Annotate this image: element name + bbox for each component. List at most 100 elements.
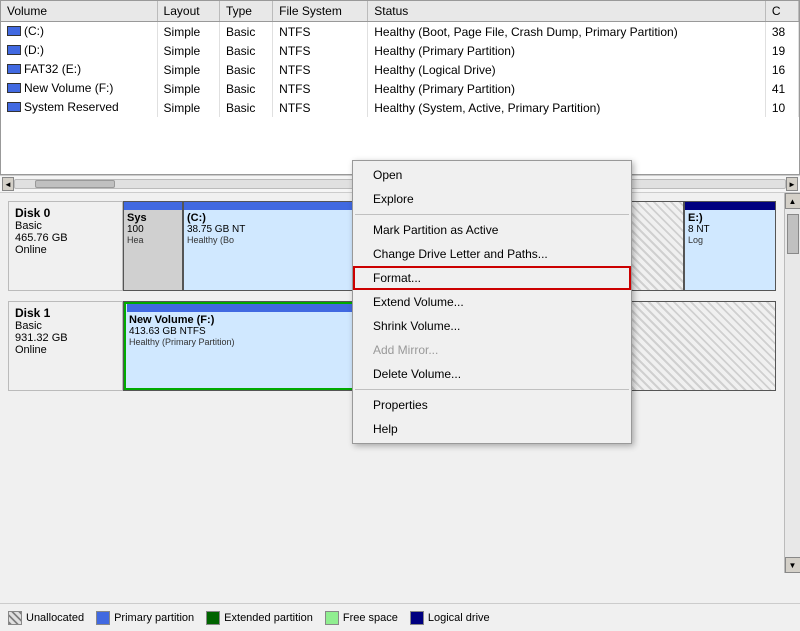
cell-status: Healthy (System, Active, Primary Partiti… xyxy=(368,98,766,117)
col-layout[interactable]: Layout xyxy=(157,1,219,22)
legend-logical-box xyxy=(410,611,424,625)
cell-status: Healthy (Boot, Page File, Crash Dump, Pr… xyxy=(368,22,766,42)
cell-type: Basic xyxy=(219,60,272,79)
menu-item-open[interactable]: Open xyxy=(353,163,631,187)
cell-cap: 41 xyxy=(765,79,798,98)
legend-freespace-label: Free space xyxy=(343,612,398,624)
legend-primary-box xyxy=(96,611,110,625)
disk1-label: Disk 1 Basic 931.32 GB Online xyxy=(8,301,123,391)
legend-primary-label: Primary partition xyxy=(114,612,194,624)
disk1-name: Disk 1 xyxy=(15,306,116,320)
col-volume[interactable]: Volume xyxy=(1,1,157,22)
vertical-scrollbar[interactable]: ▲ ▼ xyxy=(784,193,800,573)
scroll-up-btn[interactable]: ▲ xyxy=(785,193,800,209)
disk0-e-header xyxy=(685,202,775,210)
menu-separator-delete xyxy=(355,389,629,390)
cell-status: Healthy (Primary Partition) xyxy=(368,79,766,98)
menu-item-add-mirror: Add Mirror... xyxy=(353,338,631,362)
cell-volume: System Reserved xyxy=(1,98,157,117)
scroll-right-btn[interactable]: ► xyxy=(786,177,798,191)
legend-unallocated-box xyxy=(8,611,22,625)
menu-item-explore[interactable]: Explore xyxy=(353,187,631,211)
cell-layout: Simple xyxy=(157,98,219,117)
cell-type: Basic xyxy=(219,22,272,42)
cell-status: Healthy (Primary Partition) xyxy=(368,41,766,60)
disk0-sys-status: Hea xyxy=(127,235,179,245)
menu-item-extend[interactable]: Extend Volume... xyxy=(353,290,631,314)
disk0-e-partition[interactable]: E:) 8 NT Log xyxy=(685,202,775,290)
legend: Unallocated Primary partition Extended p… xyxy=(0,603,800,631)
disk-table-container: Volume Layout Type File System Status C … xyxy=(0,0,800,175)
cell-fs: NTFS xyxy=(273,98,368,117)
cell-fs: NTFS xyxy=(273,22,368,42)
cell-status: Healthy (Logical Drive) xyxy=(368,60,766,79)
table-row[interactable]: (D:) Simple Basic NTFS Healthy (Primary … xyxy=(1,41,799,60)
cell-volume: New Volume (F:) xyxy=(1,79,157,98)
disk1-type: Basic xyxy=(15,320,116,332)
disk0-e-size: 8 NT xyxy=(688,224,772,235)
table-row[interactable]: New Volume (F:) Simple Basic NTFS Health… xyxy=(1,79,799,98)
legend-unallocated: Unallocated xyxy=(8,611,84,625)
disk0-sys-name: Sys xyxy=(127,212,179,224)
cell-cap: 19 xyxy=(765,41,798,60)
cell-fs: NTFS xyxy=(273,60,368,79)
disk0-size: 465.76 GB xyxy=(15,232,116,244)
context-menu: OpenExplore Mark Partition as ActiveChang… xyxy=(352,160,632,444)
cell-type: Basic xyxy=(219,79,272,98)
disk0-e-status: Log xyxy=(688,235,772,245)
table-row[interactable]: FAT32 (E:) Simple Basic NTFS Healthy (Lo… xyxy=(1,60,799,79)
cell-fs: NTFS xyxy=(273,41,368,60)
cell-volume: (C:) xyxy=(1,22,157,42)
cell-volume: FAT32 (E:) xyxy=(1,60,157,79)
disk0-sys-partition[interactable]: Sys 100 Hea xyxy=(124,202,184,290)
cell-layout: Simple xyxy=(157,79,219,98)
legend-extended: Extended partition xyxy=(206,611,313,625)
disk1-status: Online xyxy=(15,344,116,356)
cell-layout: Simple xyxy=(157,60,219,79)
menu-item-help[interactable]: Help xyxy=(353,417,631,441)
cell-volume: (D:) xyxy=(1,41,157,60)
disk0-e-name: E:) xyxy=(688,212,772,224)
scroll-left-btn[interactable]: ◄ xyxy=(2,177,14,191)
scrollbar-track xyxy=(786,209,800,557)
legend-extended-box xyxy=(206,611,220,625)
disk0-name: Disk 0 xyxy=(15,206,116,220)
disk0-status: Online xyxy=(15,244,116,256)
menu-separator-explore xyxy=(355,214,629,215)
menu-item-shrink[interactable]: Shrink Volume... xyxy=(353,314,631,338)
scrollbar-thumb[interactable] xyxy=(787,214,799,254)
legend-freespace: Free space xyxy=(325,611,398,625)
cell-type: Basic xyxy=(219,41,272,60)
col-type[interactable]: Type xyxy=(219,1,272,22)
legend-freespace-box xyxy=(325,611,339,625)
legend-unallocated-label: Unallocated xyxy=(26,612,84,624)
menu-item-format[interactable]: Format... xyxy=(353,266,631,290)
legend-logical-label: Logical drive xyxy=(428,612,490,624)
table-row[interactable]: (C:) Simple Basic NTFS Healthy (Boot, Pa… xyxy=(1,22,799,42)
cell-cap: 10 xyxy=(765,98,798,117)
legend-logical: Logical drive xyxy=(410,611,490,625)
col-status[interactable]: Status xyxy=(368,1,766,22)
col-cap[interactable]: C xyxy=(765,1,798,22)
scroll-thumb[interactable] xyxy=(35,180,115,188)
disk1-size: 931.32 GB xyxy=(15,332,116,344)
cell-type: Basic xyxy=(219,98,272,117)
legend-primary: Primary partition xyxy=(96,611,194,625)
menu-item-change-letter[interactable]: Change Drive Letter and Paths... xyxy=(353,242,631,266)
disk0-type: Basic xyxy=(15,220,116,232)
table-row[interactable]: System Reserved Simple Basic NTFS Health… xyxy=(1,98,799,117)
disk0-label: Disk 0 Basic 465.76 GB Online xyxy=(8,201,123,291)
cell-cap: 38 xyxy=(765,22,798,42)
menu-item-mark-active[interactable]: Mark Partition as Active xyxy=(353,218,631,242)
col-filesystem[interactable]: File System xyxy=(273,1,368,22)
cell-cap: 16 xyxy=(765,60,798,79)
menu-item-delete[interactable]: Delete Volume... xyxy=(353,362,631,386)
disk0-sys-size: 100 xyxy=(127,224,179,235)
disk-table: Volume Layout Type File System Status C … xyxy=(1,1,799,117)
menu-item-properties[interactable]: Properties xyxy=(353,393,631,417)
disk0-sys-header xyxy=(124,202,182,210)
legend-extended-label: Extended partition xyxy=(224,612,313,624)
cell-layout: Simple xyxy=(157,22,219,42)
cell-fs: NTFS xyxy=(273,79,368,98)
scroll-down-btn[interactable]: ▼ xyxy=(785,557,800,573)
